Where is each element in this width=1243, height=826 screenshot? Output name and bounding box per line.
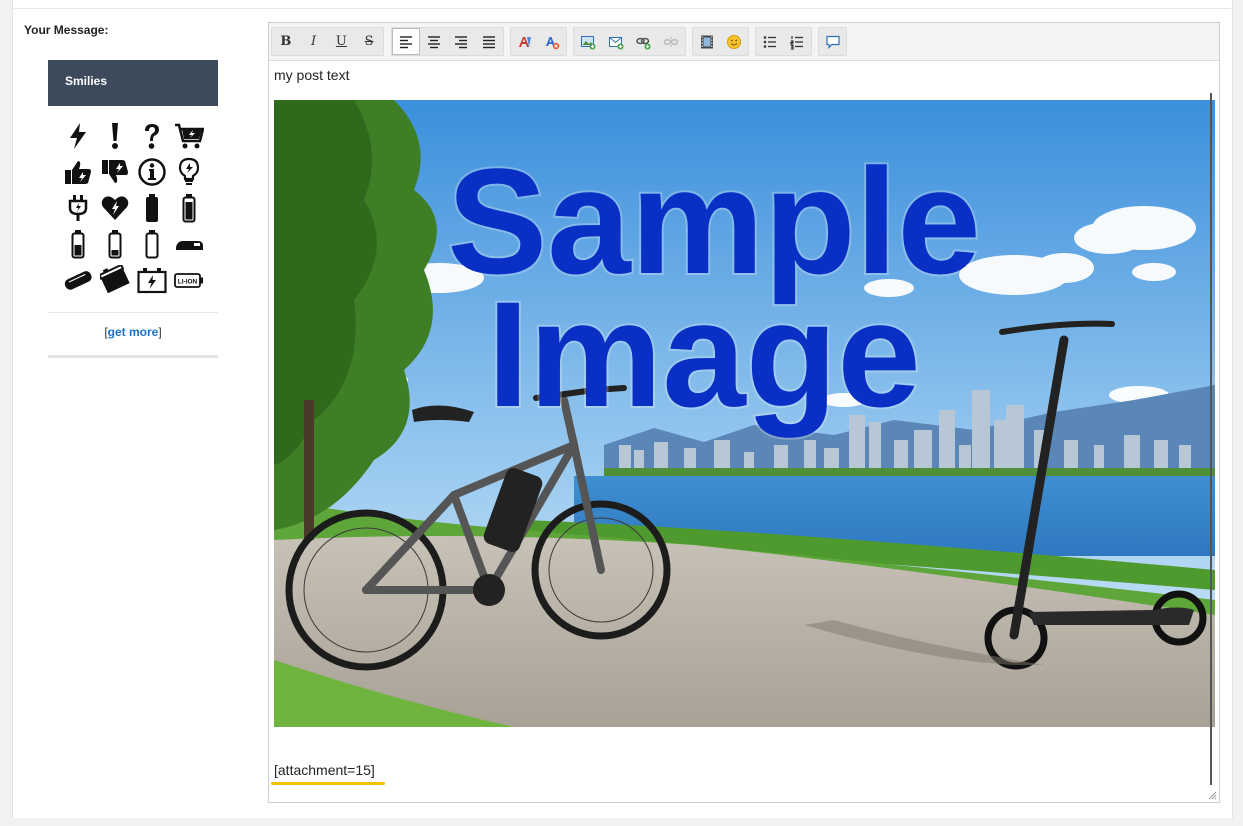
strikethrough-button[interactable]: S (355, 28, 383, 55)
insert-video-icon[interactable] (693, 28, 721, 55)
insert-group (573, 27, 686, 56)
smiley-icon[interactable] (721, 28, 749, 55)
info-icon[interactable] (134, 154, 170, 190)
numbered-list-icon[interactable] (784, 28, 812, 55)
thumbs-down-charge-icon[interactable] (97, 154, 133, 190)
quote-icon[interactable] (819, 28, 846, 55)
cart-charge-icon[interactable] (171, 118, 207, 154)
message-label: Your Message: (24, 23, 109, 37)
justify-button[interactable] (475, 28, 503, 55)
editor-toolbar: B I U S (269, 23, 1219, 61)
style-group (510, 27, 567, 56)
insert-email-icon[interactable] (602, 28, 630, 55)
align-left-button[interactable] (392, 28, 420, 55)
plug-icon[interactable] (60, 190, 96, 226)
battery-box-icon[interactable] (97, 262, 133, 298)
get-more-line: [get more] (104, 325, 162, 339)
li-ion-battery-icon[interactable]: LI-ION (171, 262, 207, 298)
editor-scrollbar[interactable] (1210, 93, 1212, 785)
align-group (391, 27, 504, 56)
message-editor[interactable]: B I U S my post text Sample Image [attac… (268, 22, 1220, 803)
divider (48, 312, 218, 313)
bulb-icon[interactable] (171, 154, 207, 190)
font-style-icon[interactable] (511, 28, 539, 55)
unlink-icon[interactable] (657, 28, 685, 55)
align-center-button[interactable] (420, 28, 448, 55)
battery-full-icon[interactable] (134, 190, 170, 226)
car-battery-icon[interactable] (134, 262, 170, 298)
battery-side-icon[interactable] (171, 226, 207, 262)
smilies-grid: LI-ION (60, 118, 210, 298)
battery-empty-icon[interactable] (134, 226, 170, 262)
remove-format-icon[interactable] (539, 28, 567, 55)
divider (48, 355, 218, 358)
italic-button[interactable]: I (300, 28, 328, 55)
exclamation-icon[interactable] (97, 118, 133, 154)
li-ion-label: LI-ION (178, 278, 198, 285)
quote-group (818, 27, 847, 56)
insert-link-icon[interactable] (630, 28, 658, 55)
heart-charge-icon[interactable] (97, 190, 133, 226)
thumbs-up-charge-icon[interactable] (60, 154, 96, 190)
question-icon[interactable] (134, 118, 170, 154)
format-group: B I U S (271, 27, 384, 56)
align-right-button[interactable] (448, 28, 476, 55)
insert-image-icon[interactable] (574, 28, 602, 55)
battery-high-icon[interactable] (171, 190, 207, 226)
bold-button[interactable]: B (272, 28, 300, 55)
highlight-underline (271, 782, 385, 785)
attachment-tag: [attachment=15] (274, 762, 375, 778)
image-headline-2: Image (487, 270, 921, 438)
list-group (755, 27, 812, 56)
resize-handle-icon[interactable] (1207, 790, 1217, 800)
get-more-link[interactable]: get more (108, 325, 159, 339)
smilies-title: Smilies (48, 60, 218, 106)
underline-button[interactable]: U (328, 28, 356, 55)
sample-image: Sample Image (274, 100, 1215, 727)
divider (12, 8, 1231, 9)
lightning-icon[interactable] (60, 118, 96, 154)
battery-low-icon[interactable] (97, 226, 133, 262)
bullet-list-icon[interactable] (756, 28, 784, 55)
battery-half-icon[interactable] (60, 226, 96, 262)
post-text: my post text (274, 67, 350, 83)
media-group (692, 27, 749, 56)
battery-tilted-icon[interactable] (60, 262, 96, 298)
